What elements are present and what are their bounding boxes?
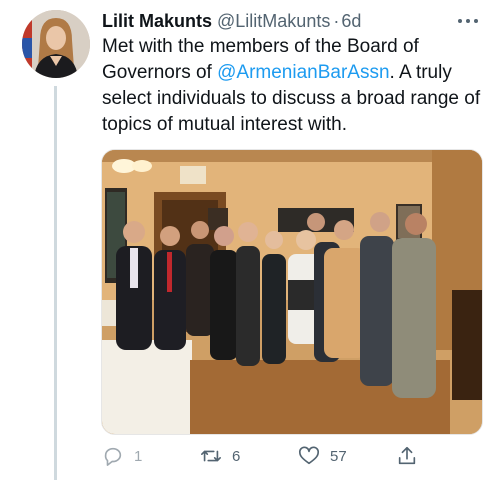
retweet-icon xyxy=(200,445,222,467)
more-horizontal-icon[interactable] xyxy=(456,12,480,30)
share-icon xyxy=(396,445,418,467)
avatar[interactable] xyxy=(22,10,90,78)
thread-line xyxy=(54,86,57,480)
mention-link[interactable]: @ArmenianBarAssn xyxy=(217,62,389,83)
tweet-actions: 1 6 57 xyxy=(102,440,482,472)
retweet-button[interactable]: 6 xyxy=(200,442,240,470)
user-handle[interactable]: @LilitMakunts xyxy=(217,11,330,31)
retweet-count: 6 xyxy=(232,447,241,465)
tweet-header: Lilit Makunts @LilitMakunts · 6d xyxy=(102,10,361,32)
like-button[interactable]: 57 xyxy=(298,442,347,470)
tweet-text: Met with the members of the Board of Gov… xyxy=(102,34,482,138)
reply-icon xyxy=(102,445,124,467)
share-button[interactable] xyxy=(396,442,418,470)
display-name[interactable]: Lilit Makunts xyxy=(102,11,212,31)
tweet-photo[interactable] xyxy=(101,149,483,435)
separator-dot: · xyxy=(333,11,340,31)
tweet[interactable]: Lilit Makunts @LilitMakunts · 6d Met with t… xyxy=(0,0,502,480)
reply-count: 1 xyxy=(134,447,143,465)
reply-button[interactable]: 1 xyxy=(102,442,142,470)
heart-icon xyxy=(298,445,320,467)
tweet-timestamp[interactable]: 6d xyxy=(341,11,361,31)
like-count: 57 xyxy=(330,447,347,465)
